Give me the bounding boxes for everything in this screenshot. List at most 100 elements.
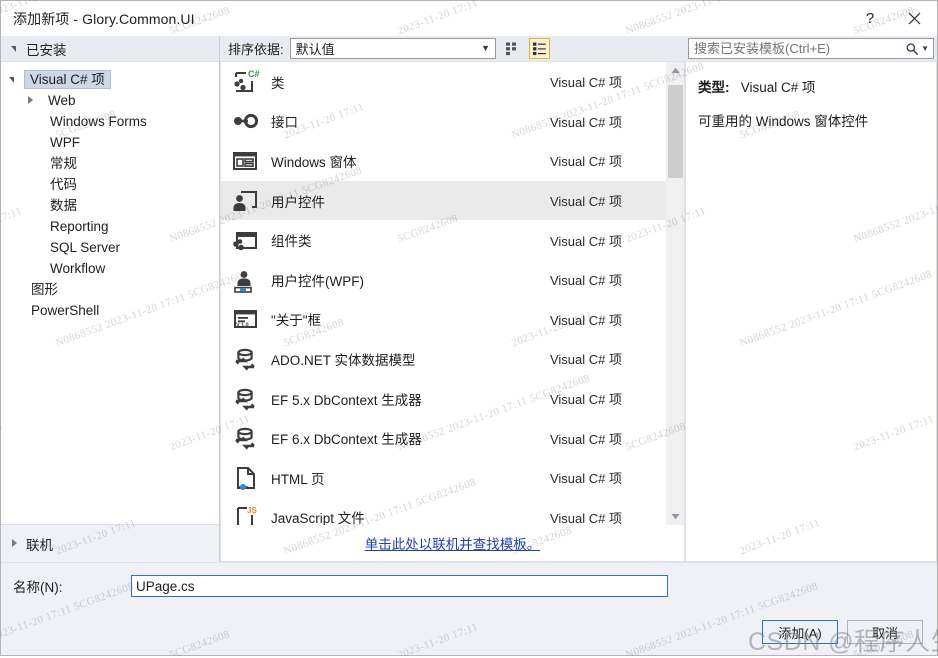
tree-item[interactable]: 代码 — [1, 174, 219, 195]
tree-item-label: Windows Forms — [50, 114, 147, 129]
dialog-body: 已安装 Visual C# 项 Web Windows Forms WPF 常规代码数据… — [1, 36, 937, 562]
title-bar: 添加新项 - Glory.Common.UI ? — [1, 1, 937, 36]
template-list-item[interactable]: 用户控件(WPF) Visual C# 项 — [221, 260, 666, 300]
sort-by-select[interactable]: 默认值 ▼ — [289, 38, 496, 59]
templates-toolbar: 排序依据: 默认值 ▼ — [220, 36, 685, 62]
chevron-right-icon — [9, 537, 22, 550]
installed-header[interactable]: 已安装 — [1, 36, 219, 62]
template-kind: Visual C# 项 — [549, 392, 622, 408]
template-name: "关于"框 — [271, 313, 322, 329]
tree-item[interactable]: WPF — [1, 132, 219, 153]
template-name: ADO.NET 实体数据模型 — [271, 352, 416, 368]
tree-item[interactable]: 图形 — [1, 279, 219, 300]
template-list-item[interactable]: EF 5.x DbContext 生成器 Visual C# 项 — [221, 379, 666, 419]
html-page-icon — [229, 462, 261, 494]
add-button[interactable]: 添加(A) — [762, 620, 838, 644]
template-list-item[interactable]: V 1.0 "关于"框 Visual C# 项 — [221, 300, 666, 340]
tree-item[interactable]: 数据 — [1, 195, 219, 216]
list-view-button[interactable] — [528, 38, 550, 59]
tree-item-label: Workflow — [50, 261, 106, 276]
template-name: 用户控件 — [271, 194, 325, 210]
search-box[interactable]: ▼ — [688, 38, 934, 59]
svg-text:V 1.0: V 1.0 — [236, 323, 249, 329]
tree-item[interactable]: Visual C# 项 — [1, 69, 219, 90]
template-kind: Visual C# 项 — [549, 352, 622, 368]
detail-description: 可重用的 Windows 窗体控件 — [698, 114, 869, 129]
title-bar-buttons: ? — [848, 1, 937, 36]
tree-item[interactable]: Windows Forms — [1, 111, 219, 132]
question-mark-icon: ? — [865, 10, 875, 27]
grid-view-button[interactable] — [502, 38, 523, 59]
template-list-item[interactable]: 用户控件 Visual C# 项 — [221, 180, 666, 221]
template-list-item[interactable]: Windows 窗体 Visual C# 项 — [221, 141, 666, 181]
template-details: 类型: Visual C# 项 可重用的 Windows 窗体控件 — [685, 62, 937, 562]
tree-item[interactable]: Web — [1, 90, 219, 111]
detail-type-label: 类型: — [698, 80, 730, 95]
scrollbar-thumb[interactable] — [668, 85, 683, 178]
detail-type-value: Visual C# 项 — [740, 80, 816, 95]
name-field[interactable] — [131, 575, 668, 597]
windows-form-icon — [229, 145, 261, 177]
tree-item[interactable]: Reporting — [1, 216, 219, 237]
tree-item-label: Visual C# 项 — [24, 70, 111, 89]
template-list-item[interactable]: 组件类 Visual C# 项 — [221, 220, 666, 260]
template-list-item[interactable]: ADO.NET 实体数据模型 Visual C# 项 — [221, 339, 666, 379]
tree-item-label: 代码 — [50, 177, 77, 192]
search-row: ▼ — [685, 36, 937, 62]
templates-scrollbar[interactable] — [666, 62, 684, 525]
templates-list-area: C# 类 Visual C# 项 接口 Visual C# 项 Windows 窗体… — [220, 62, 685, 525]
template-kind: Visual C# 项 — [549, 471, 622, 487]
list-view-icon — [532, 42, 546, 56]
template-name: Windows 窗体 — [271, 154, 357, 170]
close-icon — [908, 12, 921, 25]
sort-by-value: 默认值 — [295, 42, 335, 57]
tree-item-label: Web — [48, 93, 76, 108]
help-button[interactable]: ? — [848, 1, 892, 36]
tree-item[interactable]: 常规 — [1, 153, 219, 174]
chevron-down-icon[interactable]: ▼ — [921, 44, 931, 53]
template-name: 用户控件(WPF) — [271, 273, 364, 289]
tree-item[interactable]: SQL Server — [1, 237, 219, 258]
scroll-up-button[interactable] — [667, 62, 684, 79]
ef-dbcontext-icon — [229, 422, 261, 454]
template-list-item[interactable]: 接口 Visual C# 项 — [221, 102, 666, 142]
installed-sidebar: 已安装 Visual C# 项 Web Windows Forms WPF 常规代码数据… — [1, 36, 220, 562]
search-input[interactable] — [694, 41, 904, 56]
grid-view-icon — [505, 42, 516, 56]
chevron-down-icon — [9, 42, 22, 55]
tree-item[interactable]: Workflow — [1, 258, 219, 279]
action-buttons: 添加(A) 取消 — [1, 609, 937, 655]
templates-list: C# 类 Visual C# 项 接口 Visual C# 项 Windows 窗体… — [221, 62, 666, 525]
close-button[interactable] — [892, 1, 937, 36]
ado-entity-model-icon — [229, 343, 261, 375]
name-input[interactable] — [136, 578, 663, 594]
dialog-title: 添加新项 - Glory.Common.UI — [13, 10, 195, 27]
template-name: 类 — [271, 75, 285, 91]
tree-item-label: 数据 — [50, 198, 77, 213]
template-list-item[interactable]: HTML 页 Visual C# 项 — [221, 458, 666, 498]
template-kind: Visual C# 项 — [549, 273, 622, 289]
template-list-item[interactable]: JS JavaScript 文件 Visual C# 项 — [221, 498, 666, 525]
scroll-down-button[interactable] — [667, 508, 684, 525]
svg-text:C#: C# — [248, 69, 260, 79]
tree-item-label: 常规 — [50, 156, 77, 171]
template-name: EF 5.x DbContext 生成器 — [271, 392, 422, 408]
find-online-templates-link[interactable]: 单击此处以联机并查找模板。 — [365, 533, 541, 553]
svg-text:JS: JS — [247, 506, 257, 515]
interface-icon — [229, 105, 261, 137]
tree-item-label: 图形 — [31, 282, 58, 297]
tree-item[interactable]: PowerShell — [1, 300, 219, 321]
template-list-item[interactable]: EF 6.x DbContext 生成器 Visual C# 项 — [221, 418, 666, 458]
search-icon[interactable] — [905, 42, 919, 56]
chevron-right-icon[interactable] — [25, 94, 38, 107]
component-class-icon — [229, 224, 261, 256]
template-list-item[interactable]: C# 类 Visual C# 项 — [221, 62, 666, 102]
online-section[interactable]: 联机 — [1, 524, 219, 562]
tree-item-label: Reporting — [50, 219, 109, 234]
cancel-button[interactable]: 取消 — [847, 620, 923, 644]
user-control-icon — [229, 185, 261, 217]
installed-header-label: 已安装 — [26, 42, 67, 58]
tree-item-label: PowerShell — [31, 303, 100, 318]
template-kind: Visual C# 项 — [549, 312, 622, 328]
chevron-down-icon[interactable] — [7, 73, 20, 86]
